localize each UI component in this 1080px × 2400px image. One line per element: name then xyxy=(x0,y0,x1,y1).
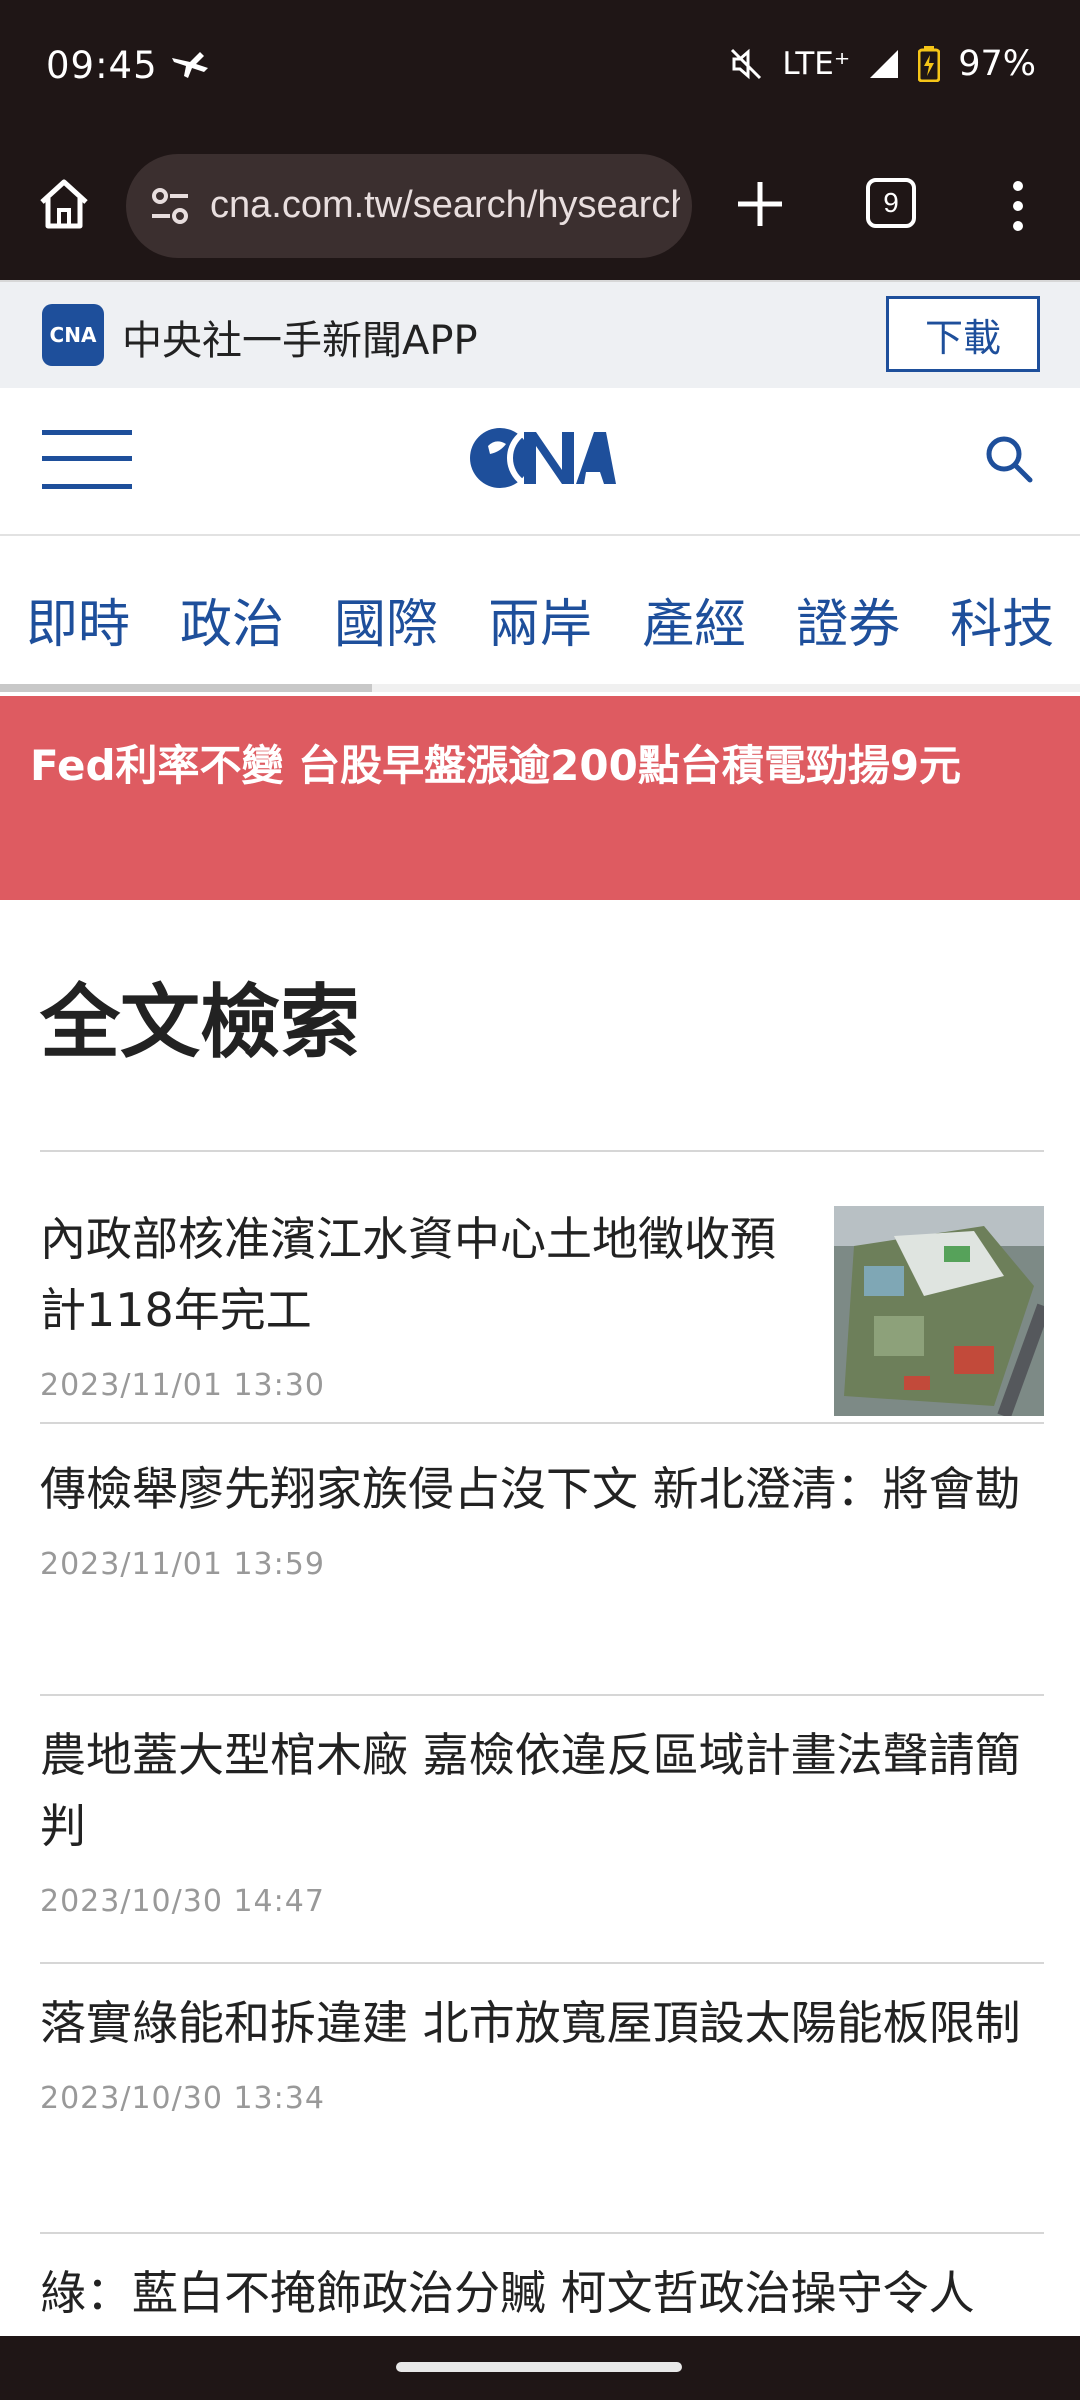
mute-icon xyxy=(731,48,762,80)
hamburger-icon[interactable] xyxy=(42,428,132,492)
article-date: 2023/10/30 13:34 xyxy=(40,2081,325,2116)
status-icons: LTE⁺ 97% xyxy=(728,44,1036,84)
list-item[interactable]: 農地蓋大型棺木廠 嘉檢依違反區域計畫法聲請簡判 2023/10/30 14:47 xyxy=(40,1698,1044,1964)
category-item-cross-strait[interactable]: 兩岸 xyxy=(488,582,592,657)
aerial-render-image xyxy=(834,1206,1044,1416)
category-nav: 即時 政治 國際 兩岸 產經 證券 科技 xyxy=(0,536,1080,696)
article-title[interactable]: 綠：藍白不掩飾政治分贓 柯文哲政治操守令人 xyxy=(40,2258,1044,2329)
download-button[interactable]: 下載 xyxy=(886,296,1040,372)
page-title: 全文檢索 xyxy=(40,976,360,1069)
signal-icon xyxy=(870,50,899,78)
article-thumbnail[interactable] xyxy=(834,1206,1044,1416)
category-item-politics[interactable]: 政治 xyxy=(180,582,284,657)
breaking-news-banner[interactable]: Fed利率不變 台股早盤漲逾200點台積電勁揚9元 xyxy=(0,696,1080,900)
site-header xyxy=(0,388,1080,536)
category-item-international[interactable]: 國際 xyxy=(334,582,438,657)
status-bar: 09:45 LTE⁺ 97% xyxy=(0,0,1080,140)
bird-icon xyxy=(172,52,208,78)
app-logo: CNA xyxy=(42,304,104,366)
browser-toolbar: cna.com.tw/search/hysearchws.aspx?q= 9 xyxy=(0,140,1080,280)
app-download-banner: CNA 中央社一手新聞APP 下載 xyxy=(0,280,1080,388)
cna-logo[interactable] xyxy=(466,418,616,498)
article-title[interactable]: 農地蓋大型棺木廠 嘉檢依違反區域計畫法聲請簡判 xyxy=(40,1720,1044,1862)
tab-count: 9 xyxy=(883,187,899,218)
battery-icon xyxy=(918,46,941,82)
home-icon xyxy=(40,179,88,229)
article-date: 2023/11/01 13:59 xyxy=(40,1547,325,1582)
article-title[interactable]: 內政部核准濱江水資中心土地徵收預計118年完工 xyxy=(40,1204,800,1346)
list-item[interactable]: 傳檢舉廖先翔家族侵占沒下文 新北澄清：將會勘 2023/11/01 13:59 xyxy=(40,1426,1044,1696)
gesture-handle[interactable] xyxy=(396,2362,682,2372)
site-settings-icon[interactable] xyxy=(148,184,192,228)
list-item[interactable]: 落實綠能和拆違建 北市放寬屋頂設太陽能板限制 2023/10/30 13:34 xyxy=(40,1966,1044,2234)
article-title[interactable]: 落實綠能和拆違建 北市放寬屋頂設太陽能板限制 xyxy=(40,1988,1044,2059)
list-item[interactable]: 綠：藍白不掩飾政治分贓 柯文哲政治操守令人 xyxy=(40,2236,1044,2336)
address-bar[interactable]: cna.com.tw/search/hysearchws.aspx?q= xyxy=(126,154,692,258)
article-title[interactable]: 傳檢舉廖先翔家族侵占沒下文 新北澄清：將會勘 xyxy=(40,1454,1044,1525)
system-nav-bar xyxy=(0,2336,1080,2400)
category-item-realtime[interactable]: 即時 xyxy=(26,582,130,657)
url-text[interactable]: cna.com.tw/search/hysearchws.aspx?q= xyxy=(210,184,680,227)
category-item-tech[interactable]: 科技 xyxy=(950,582,1054,657)
search-icon[interactable] xyxy=(980,430,1036,486)
category-items: 即時 政治 國際 兩岸 產經 證券 科技 xyxy=(26,582,1054,657)
category-scroll-thumb[interactable] xyxy=(0,684,372,692)
more-vert-icon[interactable] xyxy=(994,174,1042,238)
search-results: 全文檢索 內政部核准濱江水資中心土地徵收預計118年完工 2023/11/01 … xyxy=(0,900,1080,2336)
new-tab-button[interactable] xyxy=(728,172,792,236)
tab-switcher-button[interactable]: 9 xyxy=(866,178,916,228)
battery-percent: 97% xyxy=(958,44,1036,84)
status-time: 09:45 xyxy=(46,44,158,87)
network-type: LTE⁺ xyxy=(782,46,851,82)
category-item-economy[interactable]: 產經 xyxy=(642,582,746,657)
app-banner-title: 中央社一手新聞APP xyxy=(122,318,478,364)
breaking-news-text[interactable]: Fed利率不變 台股早盤漲逾200點台積電勁揚9元 xyxy=(30,741,961,790)
list-item[interactable]: 內政部核准濱江水資中心土地徵收預計118年完工 2023/11/01 13:30 xyxy=(40,1152,1044,1424)
home-button[interactable] xyxy=(30,170,98,238)
article-date: 2023/10/30 14:47 xyxy=(40,1884,325,1919)
page: 09:45 LTE⁺ 97% cna.com.tw/search/hysearc… xyxy=(0,0,1080,2400)
category-item-stocks[interactable]: 證券 xyxy=(796,582,900,657)
